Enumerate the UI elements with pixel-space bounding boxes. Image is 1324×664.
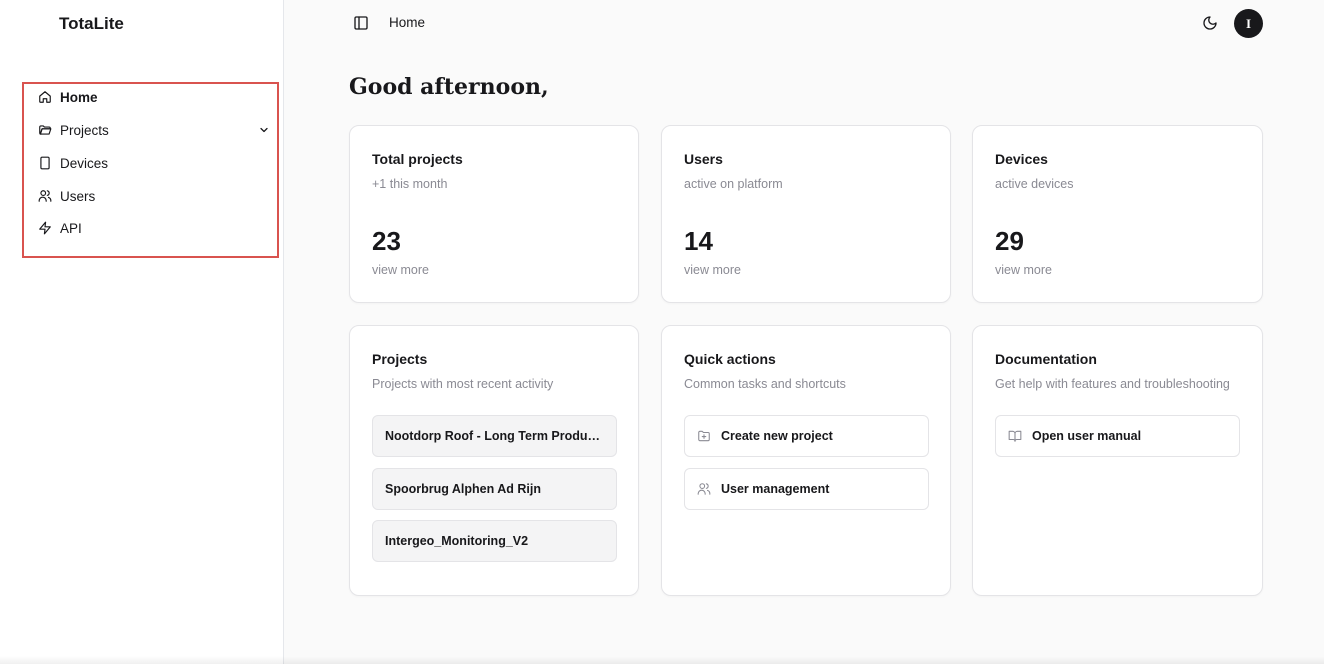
card-subtitle: Common tasks and shortcuts xyxy=(684,377,846,391)
app-logo[interactable]: TotaLite xyxy=(59,14,124,34)
stat-value: 29 xyxy=(995,226,1024,256)
home-icon xyxy=(38,90,52,104)
projects-card: Projects Projects with most recent activ… xyxy=(349,325,639,596)
documentation-card: Documentation Get help with features and… xyxy=(972,325,1263,596)
stat-value: 23 xyxy=(372,226,401,256)
sidebar-item-devices[interactable]: Devices xyxy=(38,152,270,174)
moon-icon[interactable] xyxy=(1202,15,1218,31)
page-title: Good afternoon, xyxy=(349,74,549,100)
card-title: Users xyxy=(684,151,723,167)
view-more-link[interactable]: view more xyxy=(684,263,741,277)
stat-card-projects: Total projects +1 this month 23 view mor… xyxy=(349,125,639,303)
sidebar-toggle-icon[interactable] xyxy=(353,15,369,31)
stat-card-users: Users active on platform 14 view more xyxy=(661,125,951,303)
card-subtitle: Get help with features and troubleshooti… xyxy=(995,377,1230,391)
button-label: Create new project xyxy=(721,429,833,443)
project-name: Intergeo_Monitoring_V2 xyxy=(385,534,529,548)
sidebar-item-label: Users xyxy=(60,188,96,204)
card-subtitle: active on platform xyxy=(684,177,783,191)
card-title: Documentation xyxy=(995,351,1097,367)
project-name: Nootdorp Roof - Long Term Producti... xyxy=(385,429,604,443)
user-management-button[interactable]: User management xyxy=(684,468,929,510)
button-label: Open user manual xyxy=(1032,429,1142,443)
users-icon xyxy=(38,189,52,203)
view-more-link[interactable]: view more xyxy=(372,263,429,277)
card-subtitle: +1 this month xyxy=(372,177,448,191)
project-item[interactable]: Nootdorp Roof - Long Term Producti... xyxy=(372,415,617,457)
card-subtitle: active devices xyxy=(995,177,1074,191)
bottom-shadow xyxy=(0,656,1324,664)
stat-card-devices: Devices active devices 29 view more xyxy=(972,125,1263,303)
view-more-link[interactable]: view more xyxy=(995,263,1052,277)
open-user-manual-button[interactable]: Open user manual xyxy=(995,415,1240,457)
project-name: Spoorbrug Alphen Ad Rijn xyxy=(385,482,541,496)
project-item[interactable]: Spoorbrug Alphen Ad Rijn xyxy=(372,468,617,510)
sidebar-item-users[interactable]: Users xyxy=(38,185,270,207)
card-title: Projects xyxy=(372,351,428,367)
button-label: User management xyxy=(721,482,830,496)
sidebar-item-label: Projects xyxy=(60,122,109,138)
folder-icon xyxy=(38,123,52,137)
book-open-icon xyxy=(1008,429,1022,443)
users-icon xyxy=(697,482,711,496)
quick-actions-card: Quick actions Common tasks and shortcuts… xyxy=(661,325,951,596)
stat-value: 14 xyxy=(684,226,713,256)
sidebar-item-api[interactable]: API xyxy=(38,217,270,239)
sidebar-nav: Home Projects Devices Users API xyxy=(22,82,279,258)
sidebar-item-label: Devices xyxy=(60,155,109,171)
project-item[interactable]: Intergeo_Monitoring_V2 xyxy=(372,520,617,562)
breadcrumb: Home xyxy=(389,15,426,30)
chevron-down-icon[interactable] xyxy=(258,124,270,136)
card-subtitle: Projects with most recent activity xyxy=(372,377,554,391)
create-project-button[interactable]: Create new project xyxy=(684,415,929,457)
sidebar: TotaLite Home Projects Devices Users API xyxy=(0,0,284,664)
zap-icon xyxy=(38,221,52,235)
sidebar-item-label: Home xyxy=(60,89,98,105)
sidebar-item-home[interactable]: Home xyxy=(38,86,270,108)
card-title: Quick actions xyxy=(684,351,776,367)
tablet-icon xyxy=(38,156,52,170)
card-title: Devices xyxy=(995,151,1048,167)
folder-plus-icon xyxy=(697,429,711,443)
sidebar-item-projects[interactable]: Projects xyxy=(38,119,270,141)
card-title: Total projects xyxy=(372,151,463,167)
sidebar-item-label: API xyxy=(60,220,82,236)
avatar[interactable]: I xyxy=(1234,9,1263,38)
